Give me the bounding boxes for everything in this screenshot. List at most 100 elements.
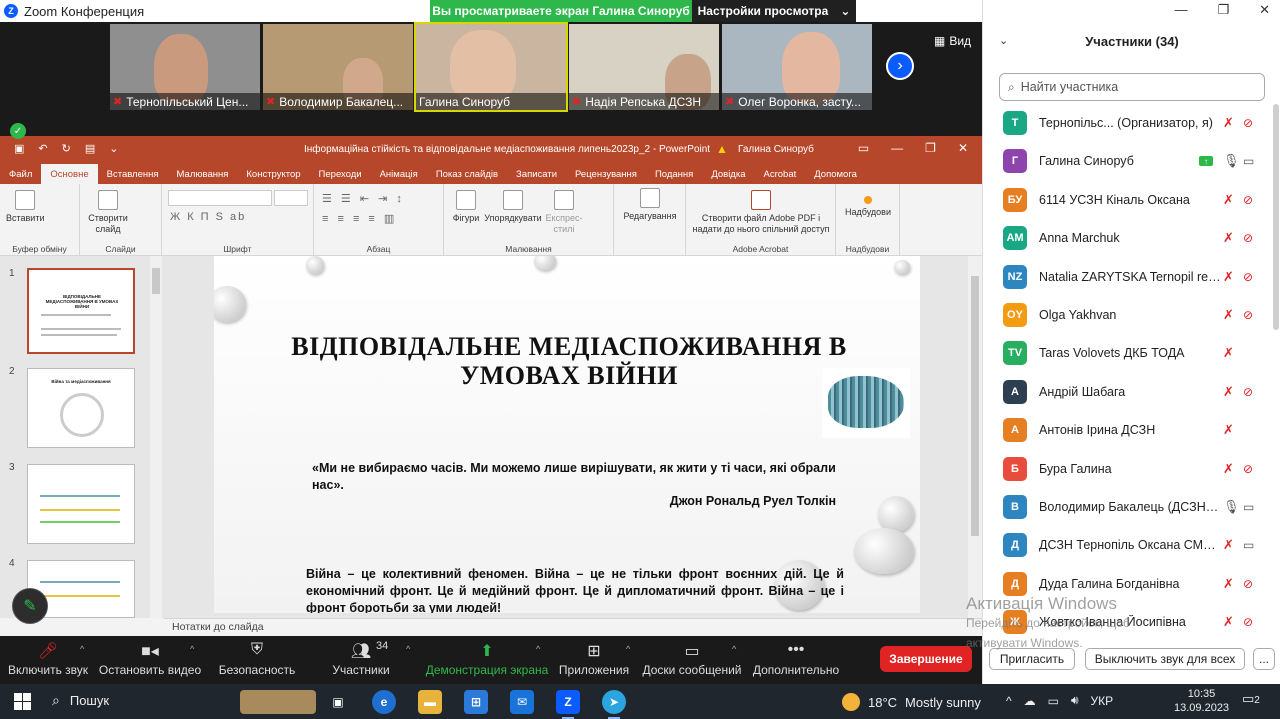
redo-icon[interactable]: ↻	[62, 142, 71, 155]
chevron-up-icon[interactable]: ^	[1006, 694, 1012, 708]
onedrive-icon[interactable]: ☁	[1024, 694, 1036, 708]
chevron-up-icon[interactable]: ^	[190, 644, 194, 654]
video-off-icon[interactable]: ⊘	[1243, 231, 1253, 245]
close-icon[interactable]: ✕	[958, 141, 968, 155]
video-off-icon[interactable]: ⊘	[1243, 193, 1253, 207]
minimize-icon[interactable]: —	[1174, 2, 1187, 18]
restore-icon[interactable]: ❐	[925, 141, 936, 155]
microsoft-store-icon[interactable]: ⊞	[464, 690, 488, 714]
tab-help[interactable]: Довідка	[702, 164, 754, 184]
view-button[interactable]: ▦ Вид	[934, 34, 971, 48]
font-format-buttons[interactable]: Ж К П S ab	[170, 211, 246, 223]
mute-all-button[interactable]: Выключить звук для всех	[1085, 648, 1245, 670]
slide-scrollbar[interactable]	[968, 256, 982, 618]
invite-button[interactable]: Пригласить	[989, 648, 1075, 670]
tab-draw[interactable]: Малювання	[168, 164, 238, 184]
tab-file[interactable]: Файл	[0, 164, 41, 184]
participant-row[interactable]: А Антонів Ірина ДСЗН ✗	[983, 411, 1273, 449]
unmute-button[interactable]: 🎤︎ Включить звук	[8, 636, 88, 684]
chevron-up-icon[interactable]: ^	[732, 644, 736, 654]
mic-icon[interactable]: 🎙︎	[1223, 153, 1240, 169]
taskbar-search[interactable]: ⌕ Пошук	[52, 692, 109, 709]
minimize-icon[interactable]: —	[891, 141, 903, 155]
search-highlight-image[interactable]	[240, 690, 316, 714]
mic-muted-icon[interactable]: ✗	[1223, 230, 1234, 246]
paragraph-buttons-icon[interactable]: ☰ ☰ ⇤ ⇥ ↕	[322, 192, 405, 205]
video-tile[interactable]: ✖ Олег Воронка, засту...	[722, 24, 872, 110]
tab-design[interactable]: Конструктор	[237, 164, 309, 184]
tab-home[interactable]: Основне	[41, 164, 98, 184]
editing-button[interactable]: Редагування	[620, 188, 680, 222]
participant-row[interactable]: Б Бура Галина ✗ ⊘	[983, 450, 1273, 488]
video-tile[interactable]: ✖ Тернопільський Цен...	[110, 24, 260, 110]
ppt-user-name[interactable]: Галина Синоруб	[738, 144, 814, 155]
video-tile[interactable]: ✖ Володимир Бакалец...	[263, 24, 413, 110]
current-slide[interactable]: ВІДПОВІДАЛЬНЕ МЕДІАСПОЖИВАННЯ В УМОВАХ В…	[214, 256, 920, 613]
mic-muted-icon[interactable]: ✗	[1223, 537, 1234, 553]
participant-row[interactable]: NZ Natalia ZARYTSKA Ternopil reg... ✗ ⊘	[983, 258, 1273, 296]
chevron-up-icon[interactable]: ^	[626, 644, 630, 654]
video-off-icon[interactable]: ⊘	[1243, 462, 1253, 476]
video-off-icon[interactable]: ⊘	[1243, 615, 1253, 629]
mic-muted-icon[interactable]: ✗	[1223, 307, 1234, 323]
mail-icon[interactable]: ✉	[510, 690, 534, 714]
tab-view[interactable]: Подання	[646, 164, 702, 184]
taskbar-clock[interactable]: 10:35 13.09.2023	[1174, 687, 1229, 715]
video-camera-icon[interactable]: ▭	[1243, 538, 1254, 552]
video-off-icon[interactable]: ⊘	[1243, 116, 1253, 130]
new-slide-button[interactable]: Створити слайд	[84, 190, 132, 235]
participant-row[interactable]: T Тернопільс... (Организатор, я) ✗ ⊘	[983, 104, 1273, 142]
encryption-shield-icon[interactable]: ✓	[10, 123, 26, 139]
whiteboards-button[interactable]: ▭ Доски сообщений	[642, 636, 741, 684]
annotate-pencil-icon[interactable]: ✎	[12, 588, 48, 624]
stop-video-button[interactable]: ■◂ Остановить видео	[99, 636, 201, 684]
arrange-button[interactable]: Упорядкувати	[482, 190, 544, 224]
addins-button[interactable]: Надбудови	[838, 196, 898, 218]
shapes-button[interactable]: Фігури	[448, 190, 484, 224]
ribbon-display-icon[interactable]: ▭	[858, 141, 869, 155]
view-options-button[interactable]: Настройки просмотра ⌄	[692, 0, 856, 22]
weather-widget[interactable]: 18°C Mostly sunny	[842, 693, 981, 711]
video-tile-active-speaker[interactable]: Галина Синоруб	[414, 22, 568, 112]
keyboard-language[interactable]: УКР	[1091, 694, 1114, 708]
save-icon[interactable]: ▣	[14, 142, 24, 155]
tab-tell-me[interactable]: Допомога	[805, 164, 866, 184]
video-off-icon[interactable]: ⊘	[1243, 577, 1253, 591]
quick-styles-button[interactable]: Експрес-стилі	[544, 190, 584, 235]
video-tile[interactable]: ✖ Надія Репська ДСЗН	[569, 24, 719, 110]
telegram-icon[interactable]: ➤	[602, 690, 626, 719]
create-adobe-pdf-button[interactable]: Створити файл Adobe PDF і надати до ньог…	[690, 190, 832, 235]
restore-icon[interactable]: ❐	[1217, 2, 1229, 18]
video-camera-icon[interactable]: ▭	[1243, 500, 1254, 514]
notes-pane[interactable]: Нотатки до слайда	[164, 618, 982, 636]
security-button[interactable]: ⛨ Безопасность	[219, 636, 296, 684]
mic-muted-icon[interactable]: ✗	[1223, 115, 1234, 131]
chevron-up-icon[interactable]: ^	[80, 644, 84, 654]
participant-row[interactable]: БУ 6114 УСЗН Кіналь Оксана ✗ ⊘	[983, 181, 1273, 219]
chevron-up-icon[interactable]: ^	[406, 644, 410, 654]
customize-qat-icon[interactable]: ⌄	[109, 142, 118, 155]
participant-list-scrollbar[interactable]	[1273, 104, 1279, 330]
more-options-button[interactable]: ...	[1253, 648, 1275, 670]
slide-thumbnail-1[interactable]: ВІДПОВІДАЛЬНЕ МЕДІАСПОЖИВАННЯ В УМОВАХ В…	[27, 268, 135, 354]
file-explorer-icon[interactable]: ▬	[418, 690, 442, 714]
tab-slideshow[interactable]: Показ слайдів	[427, 164, 507, 184]
paste-button[interactable]: Вставити	[6, 190, 45, 224]
close-icon[interactable]: ✕	[1259, 2, 1270, 18]
mic-muted-icon[interactable]: ✗	[1223, 461, 1234, 477]
mic-muted-icon[interactable]: ✗	[1223, 269, 1234, 285]
video-off-icon[interactable]: ⊘	[1243, 308, 1253, 322]
tab-record[interactable]: Записати	[507, 164, 566, 184]
chevron-up-icon[interactable]: ^	[536, 644, 540, 654]
mic-muted-icon[interactable]: ✗	[1223, 614, 1234, 630]
participant-row[interactable]: А Андрій Шабага ✗ ⊘	[983, 373, 1273, 411]
font-name-box[interactable]	[168, 190, 272, 206]
windows-start-icon[interactable]	[14, 693, 31, 710]
zoom-app-icon[interactable]: Z	[556, 690, 580, 719]
slide-thumbnail-2[interactable]: Війна та медіаспоживання	[27, 368, 135, 448]
network-icon[interactable]: ▭	[1048, 694, 1059, 708]
slideshow-icon[interactable]: ▤	[85, 142, 95, 155]
font-size-box[interactable]	[274, 190, 308, 206]
tab-insert[interactable]: Вставлення	[98, 164, 168, 184]
mic-muted-icon[interactable]: ✗	[1223, 192, 1234, 208]
